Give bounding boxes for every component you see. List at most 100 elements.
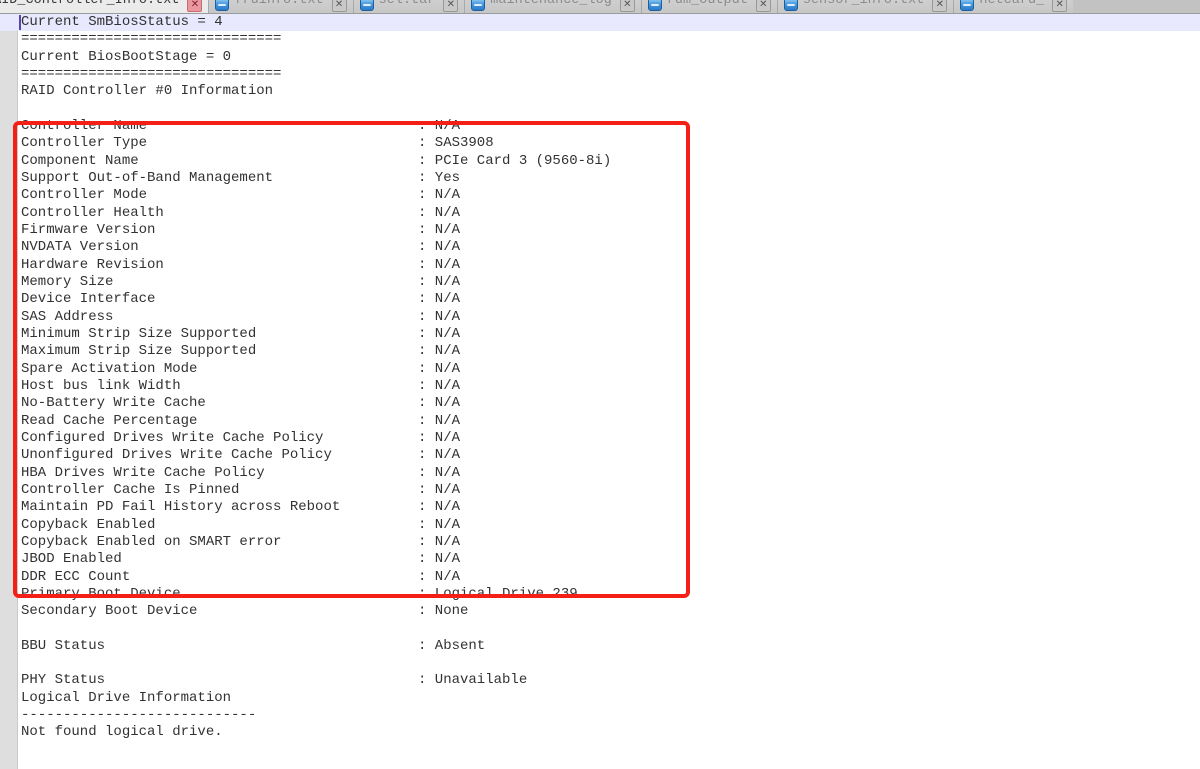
text-line[interactable]: Maximum Strip Size Supported: N/A bbox=[0, 343, 1200, 360]
kv-value: : Absent bbox=[418, 638, 485, 655]
tab-label: maintenance_log bbox=[490, 0, 612, 8]
kv-value: : SAS3908 bbox=[418, 135, 494, 152]
text-line[interactable]: Copyback Enabled: N/A bbox=[0, 517, 1200, 534]
text-line[interactable]: Secondary Boot Device: None bbox=[0, 603, 1200, 620]
kv-label: Controller Cache Is Pinned bbox=[21, 482, 418, 499]
text-line[interactable]: Spare Activation Mode: N/A bbox=[0, 361, 1200, 378]
kv-value: : N/A bbox=[418, 343, 460, 360]
tab-sel-tar[interactable]: sel.tar ✕ bbox=[353, 0, 465, 13]
line-text: Not found logical drive. bbox=[21, 724, 223, 741]
close-icon[interactable]: ✕ bbox=[756, 0, 771, 12]
text-line[interactable]: Controller Mode: N/A bbox=[0, 187, 1200, 204]
kv-label: Component Name bbox=[21, 153, 418, 170]
text-line[interactable]: RAID Controller #0 Information bbox=[0, 83, 1200, 100]
tab-rdm-output[interactable]: rdm_output ✕ bbox=[641, 0, 777, 13]
text-line[interactable]: Unonfigured Drives Write Cache Policy: N… bbox=[0, 447, 1200, 464]
text-line[interactable]: Read Cache Percentage: N/A bbox=[0, 413, 1200, 430]
text-line[interactable]: NVDATA Version: N/A bbox=[0, 239, 1200, 256]
kv-label: Controller Name bbox=[21, 118, 418, 135]
kv-value: : N/A bbox=[418, 361, 460, 378]
close-icon[interactable]: ✕ bbox=[620, 0, 635, 12]
text-line[interactable] bbox=[0, 655, 1200, 672]
kv-label: Controller Type bbox=[21, 135, 418, 152]
kv-value: : N/A bbox=[418, 534, 460, 551]
kv-label: JBOD Enabled bbox=[21, 551, 418, 568]
text-line[interactable]: Memory Size: N/A bbox=[0, 274, 1200, 291]
kv-label: Unonfigured Drives Write Cache Policy bbox=[21, 447, 418, 464]
tab-label: rdm_output bbox=[667, 0, 748, 8]
text-line[interactable]: Not found logical drive. bbox=[0, 724, 1200, 741]
text-line[interactable]: Logical Drive Information bbox=[0, 690, 1200, 707]
kv-label: Support Out-of-Band Management bbox=[21, 170, 418, 187]
text-line[interactable]: No-Battery Write Cache: N/A bbox=[0, 395, 1200, 412]
text-line[interactable]: Device Interface: N/A bbox=[0, 291, 1200, 308]
tab-netcard[interactable]: netcard_✕ bbox=[953, 0, 1073, 13]
text-line[interactable]: ---------------------------- bbox=[0, 707, 1200, 724]
close-icon[interactable]: ✕ bbox=[332, 0, 347, 12]
text-line[interactable]: HBA Drives Write Cache Policy: N/A bbox=[0, 465, 1200, 482]
kv-label: PHY Status bbox=[21, 672, 418, 689]
text-line[interactable]: Current SmBiosStatus = 4 bbox=[0, 14, 1200, 31]
text-line[interactable]: Current BiosBootStage = 0 bbox=[0, 49, 1200, 66]
text-line[interactable]: BBU Status: Absent bbox=[0, 638, 1200, 655]
line-text: ---------------------------- bbox=[21, 707, 256, 724]
tab-label: fruinfo.txt bbox=[234, 0, 323, 8]
kv-value: : N/A bbox=[418, 291, 460, 308]
text-line[interactable]: =============================== bbox=[0, 31, 1200, 48]
kv-value: : PCIe Card 3 (9560-8i) bbox=[418, 153, 611, 170]
close-icon[interactable]: ✕ bbox=[932, 0, 947, 12]
kv-label: Read Cache Percentage bbox=[21, 413, 418, 430]
kv-value: : N/A bbox=[418, 447, 460, 464]
file-icon bbox=[784, 0, 798, 11]
text-line[interactable]: SAS Address: N/A bbox=[0, 309, 1200, 326]
text-line[interactable]: PHY Status: Unavailable bbox=[0, 672, 1200, 689]
text-line[interactable]: Firmware Version: N/A bbox=[0, 222, 1200, 239]
kv-label: Minimum Strip Size Supported bbox=[21, 326, 418, 343]
kv-value: : N/A bbox=[418, 395, 460, 412]
text-line[interactable]: DDR ECC Count: N/A bbox=[0, 569, 1200, 586]
kv-label: Host bus link Width bbox=[21, 378, 418, 395]
tab-sensor-info-txt[interactable]: sensor_info.txt✕ bbox=[777, 0, 954, 13]
text-line[interactable]: Controller Cache Is Pinned: N/A bbox=[0, 482, 1200, 499]
editor[interactable]: Current SmBiosStatus = 4================… bbox=[0, 14, 1200, 769]
tab-fruinfo-txt[interactable]: fruinfo.txt ✕ bbox=[208, 0, 352, 13]
text-line[interactable]: Controller Type: SAS3908 bbox=[0, 135, 1200, 152]
kv-value: : N/A bbox=[418, 274, 460, 291]
close-icon[interactable]: ✕ bbox=[443, 0, 458, 12]
text-line[interactable]: Support Out-of-Band Management: Yes bbox=[0, 170, 1200, 187]
kv-label: Spare Activation Mode bbox=[21, 361, 418, 378]
text-line[interactable]: Copyback Enabled on SMART error: N/A bbox=[0, 534, 1200, 551]
editor-lines: Current SmBiosStatus = 4================… bbox=[0, 14, 1200, 742]
text-line[interactable]: Component Name: PCIe Card 3 (9560-8i) bbox=[0, 153, 1200, 170]
tab-raid-controller-info-txt[interactable]: RAID_Controller_Info.txt✕ bbox=[0, 0, 208, 13]
kv-label: DDR ECC Count bbox=[21, 569, 418, 586]
kv-value: : N/A bbox=[418, 430, 460, 447]
text-line[interactable]: Controller Name: N/A bbox=[0, 118, 1200, 135]
kv-label: Maximum Strip Size Supported bbox=[21, 343, 418, 360]
kv-label: HBA Drives Write Cache Policy bbox=[21, 465, 418, 482]
text-line[interactable]: JBOD Enabled: N/A bbox=[0, 551, 1200, 568]
line-text: Logical Drive Information bbox=[21, 690, 231, 707]
text-line[interactable]: Controller Health: N/A bbox=[0, 205, 1200, 222]
text-line[interactable]: Host bus link Width: N/A bbox=[0, 378, 1200, 395]
kv-value: : N/A bbox=[418, 551, 460, 568]
tab-label: sel.tar bbox=[379, 0, 436, 8]
tab-maintenance-log[interactable]: maintenance_log ✕ bbox=[464, 0, 641, 13]
close-icon[interactable]: ✕ bbox=[187, 0, 202, 12]
kv-value: : N/A bbox=[418, 465, 460, 482]
kv-value: : N/A bbox=[418, 413, 460, 430]
text-line[interactable]: Maintain PD Fail History across Reboot: … bbox=[0, 499, 1200, 516]
close-icon[interactable]: ✕ bbox=[1052, 0, 1067, 12]
kv-value: : N/A bbox=[418, 187, 460, 204]
text-line[interactable]: Primary Boot Device: Logical Drive 239 bbox=[0, 586, 1200, 603]
kv-value: : N/A bbox=[418, 482, 460, 499]
text-line[interactable]: Minimum Strip Size Supported: N/A bbox=[0, 326, 1200, 343]
text-line[interactable] bbox=[0, 620, 1200, 637]
line-text: =============================== bbox=[21, 66, 281, 83]
text-line[interactable]: =============================== bbox=[0, 66, 1200, 83]
tab-bar: RAID_Controller_Info.txt✕fruinfo.txt✕sel… bbox=[0, 0, 1200, 14]
kv-value: : N/A bbox=[418, 326, 460, 343]
text-line[interactable]: Configured Drives Write Cache Policy: N/… bbox=[0, 430, 1200, 447]
text-line[interactable]: Hardware Revision: N/A bbox=[0, 257, 1200, 274]
text-line[interactable] bbox=[0, 101, 1200, 118]
